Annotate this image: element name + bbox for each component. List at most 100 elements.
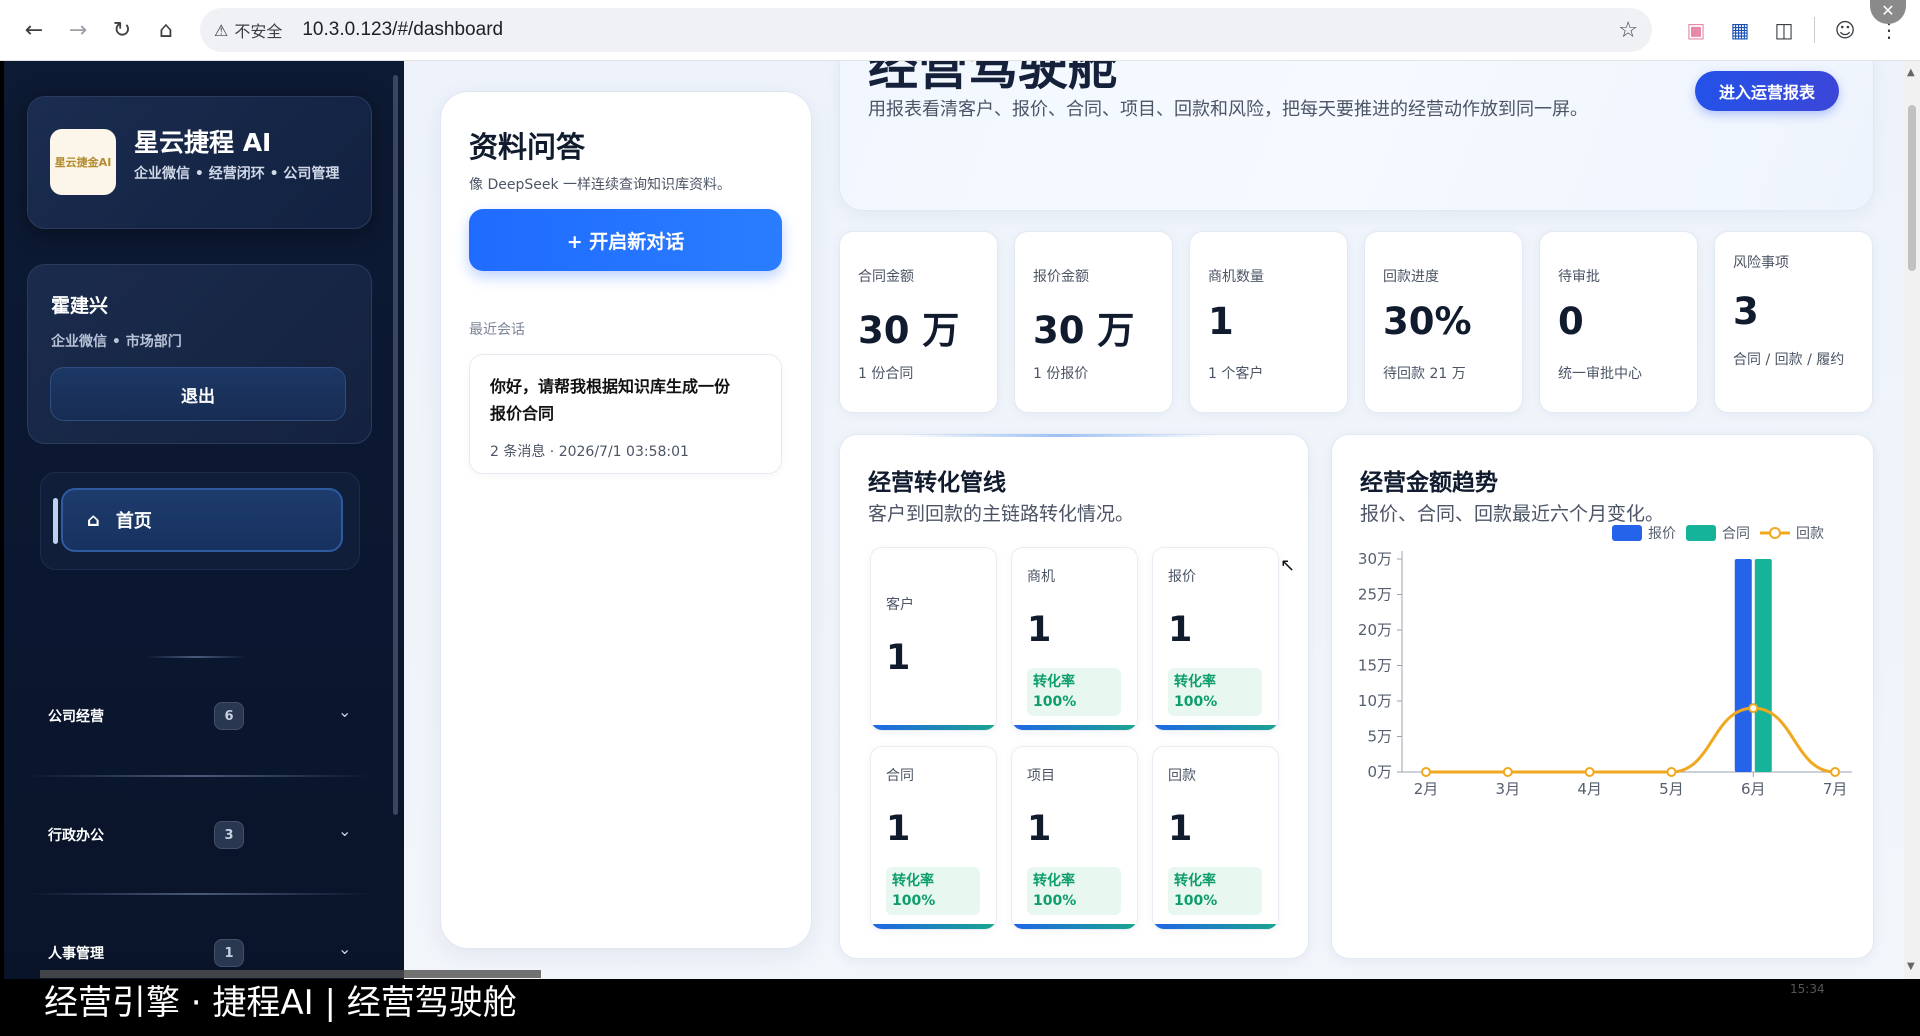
kpi-pending-approval[interactable]: 待审批 0 统一审批中心	[1539, 231, 1698, 413]
conversion-rate-badge: 转化率 100%	[1168, 867, 1262, 915]
kpi-quote-amount[interactable]: 报价金额 30 万 1 份报价	[1014, 231, 1173, 413]
hero-card: 经营驾驶舱 用报表看清客户、报价、合同、项目、回款和风险，把每天要推进的经营动作…	[839, 61, 1874, 211]
pipeline-panel: 经营转化管线 客户到回款的主链路转化情况。 客户 1 商机 1 转化率 100% …	[839, 434, 1309, 959]
conversion-rate-badge: 转化率 100%	[886, 867, 980, 915]
session-title: 你好，请帮我根据知识库生成一份报价合同	[490, 377, 731, 423]
pipeline-title: 经营转化管线	[868, 470, 1006, 496]
group-label: 行政办公	[48, 828, 104, 844]
brand-subtitle: 企业微信 • 经营闭环 • 公司管理	[134, 166, 340, 182]
main-content: 资料问答 像 DeepSeek 一样连续查询知识库资料。 + 开启新对话 最近会…	[404, 61, 1904, 979]
chevron-down-icon[interactable]: ⌄	[338, 702, 351, 721]
clock: 15:34	[1790, 982, 1825, 996]
stage-quote[interactable]: 报价 1 转化率 100%	[1152, 547, 1279, 731]
stage-contract[interactable]: 合同 1 转化率 100%	[870, 746, 997, 930]
group-label: 人事管理	[48, 946, 104, 962]
profile-icon[interactable]: ☺	[1823, 8, 1867, 52]
stage-value: 1	[1027, 610, 1052, 650]
kpi-risk-items[interactable]: 风险事项 3 合同 / 回款 / 履约	[1714, 231, 1873, 413]
forward-icon[interactable]: →	[56, 8, 100, 52]
x-tick-label: 4月	[1577, 780, 1602, 798]
warning-icon: ⚠	[214, 20, 229, 40]
kpi-value: 3	[1733, 290, 1759, 333]
stage-value: 1	[1168, 610, 1193, 650]
user-name: 霍建兴	[51, 295, 109, 317]
stage-opportunity[interactable]: 商机 1 转化率 100%	[1011, 547, 1138, 731]
group-count-badge: 1	[214, 939, 244, 967]
y-tick-label: 5万	[1367, 728, 1392, 746]
line-回款	[1426, 706, 1836, 774]
point-回款	[1666, 767, 1677, 777]
bookmark-star-icon[interactable]: ☆	[1618, 18, 1638, 43]
scroll-up-icon[interactable]: ▲	[1907, 67, 1915, 78]
x-tick-label: 6月	[1741, 780, 1766, 798]
nav-home-label: 首页	[115, 511, 152, 532]
stage-value: 1	[886, 809, 911, 849]
session-meta: 2 条消息 · 2026/7/1 03:58:01	[490, 444, 689, 460]
extension-icon[interactable]: ▣	[1674, 8, 1718, 52]
kpi-note: 待回款 21 万	[1383, 366, 1466, 382]
page-description: 用报表看清客户、报价、合同、项目、回款和风险，把每天要推进的经营动作放到同一屏。	[868, 99, 1588, 120]
stage-label: 客户	[886, 597, 914, 613]
brand-logo: 星云捷金AI	[50, 129, 116, 195]
x-tick-label: 5月	[1659, 780, 1684, 798]
home-icon[interactable]: ⌂	[144, 8, 188, 52]
logout-button[interactable]: 退出	[50, 367, 346, 421]
kpi-note: 合同 / 回款 / 履约	[1733, 352, 1845, 368]
group-label: 公司经营	[48, 709, 104, 725]
user-department: 企业微信 • 市场部门	[51, 334, 182, 350]
scroll-down-icon[interactable]: ▼	[1907, 961, 1915, 972]
conversion-rate-badge: 转化率 100%	[1168, 668, 1262, 716]
stage-label: 回款	[1168, 768, 1196, 784]
extensions-puzzle-icon[interactable]: ◫	[1762, 8, 1806, 52]
pipeline-subtitle: 客户到回款的主链路转化情况。	[868, 503, 1135, 525]
bar-合同	[1754, 559, 1772, 772]
operations-report-button[interactable]: 进入运营报表	[1695, 71, 1839, 111]
stage-collection[interactable]: 回款 1 转化率 100%	[1152, 746, 1279, 930]
stage-label: 商机	[1027, 569, 1055, 585]
toolbar-divider	[1814, 17, 1815, 43]
kpi-label: 风险事项	[1733, 255, 1789, 271]
kpi-opportunity-count[interactable]: 商机数量 1 1 个客户	[1189, 231, 1348, 413]
kpi-value: 30 万	[1033, 309, 1135, 352]
url-text[interactable]: 10.3.0.123/#/dashboard	[302, 19, 1618, 41]
conversion-rate-badge: 转化率 100%	[1027, 867, 1121, 915]
legend-label: 合同	[1722, 526, 1750, 542]
stage-project[interactable]: 项目 1 转化率 100%	[1011, 746, 1138, 930]
kpi-note: 1 份合同	[858, 366, 914, 382]
nav-group-admin[interactable]: 行政办公 3 ⌄	[26, 775, 372, 861]
address-bar[interactable]: ⚠ 不安全 10.3.0.123/#/dashboard ☆	[200, 8, 1652, 52]
kpi-collection-progress[interactable]: 回款进度 30% 待回款 21 万	[1364, 231, 1523, 413]
kpi-label: 合同金额	[858, 269, 914, 285]
trend-panel: 经营金额趋势 报价、合同、回款最近六个月变化。 0万 5万 10万 15万 20万 25万…	[1331, 434, 1874, 959]
legend-marker	[1769, 527, 1781, 539]
legend-swatch	[1686, 525, 1716, 541]
stage-label: 项目	[1027, 768, 1055, 784]
qa-panel: 资料问答 像 DeepSeek 一样连续查询知识库资料。 + 开启新对话 最近会…	[440, 91, 812, 949]
group-count-badge: 6	[214, 702, 244, 730]
chevron-down-icon[interactable]: ⌄	[338, 939, 351, 958]
main-scrollbar[interactable]: ▲ ▼	[1904, 61, 1920, 979]
security-warning[interactable]: ⚠ 不安全	[214, 18, 282, 42]
group-divider	[26, 893, 372, 895]
kpi-value: 1	[1208, 300, 1234, 343]
y-tick-label: 30万	[1358, 550, 1392, 568]
session-item[interactable]: 你好，请帮我根据知识库生成一份报价合同 2 条消息 · 2026/7/1 03:…	[469, 354, 782, 474]
kpi-note: 统一审批中心	[1558, 366, 1642, 382]
translate-extension-icon[interactable]: ▦	[1718, 8, 1762, 52]
new-chat-button[interactable]: + 开启新对话	[469, 209, 782, 271]
legend-label: 回款	[1796, 526, 1824, 542]
legend-label: 报价	[1648, 526, 1676, 542]
kpi-contract-amount[interactable]: 合同金额 30 万 1 份合同	[839, 231, 998, 413]
scrollbar-thumb[interactable]	[1908, 105, 1916, 271]
stage-customer[interactable]: 客户 1	[870, 547, 997, 731]
user-card: 霍建兴 企业微信 • 市场部门 退出	[27, 264, 372, 444]
nav-group-company[interactable]: 公司经营 6 ⌄	[26, 656, 372, 742]
chevron-down-icon[interactable]: ⌄	[338, 821, 351, 840]
brand-card: 星云捷金AI 星云捷程 AI 企业微信 • 经营闭环 • 公司管理	[27, 96, 372, 229]
stage-value: 1	[1168, 809, 1193, 849]
reload-icon[interactable]: ↻	[100, 8, 144, 52]
sidebar-scrollbar[interactable]	[393, 75, 398, 815]
nav-item-home[interactable]: ⌂ 首页	[53, 488, 343, 552]
kpi-label: 待审批	[1558, 269, 1600, 285]
back-icon[interactable]: ←	[12, 8, 56, 52]
